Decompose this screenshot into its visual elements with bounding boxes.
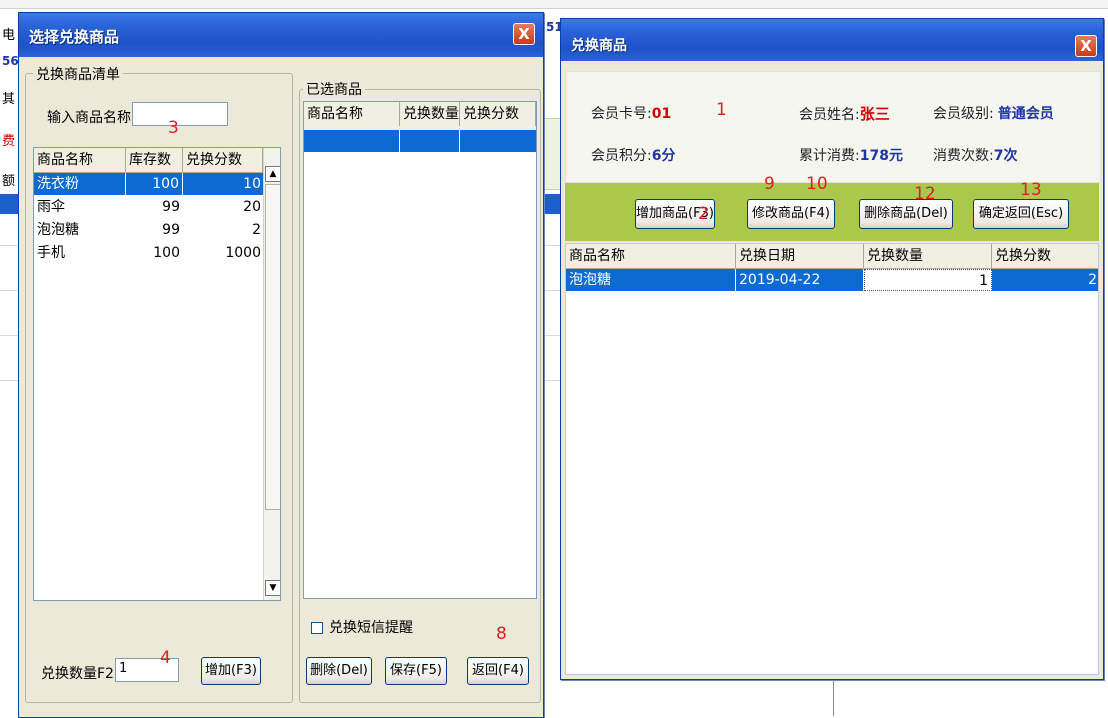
annotation-number: 13	[1020, 180, 1042, 200]
table-row[interactable]: 洗衣粉 100 10	[34, 173, 264, 195]
goods-name: 泡泡糖	[37, 222, 79, 238]
total-value: 178元	[859, 148, 903, 164]
annotation-number: 2	[698, 204, 709, 224]
column-header[interactable]: 兑换数量	[864, 244, 992, 268]
sms-checkbox[interactable]	[311, 622, 323, 634]
goods-points: 1000	[225, 245, 261, 261]
cell	[400, 130, 460, 152]
bg-fragment: 费	[2, 134, 16, 149]
vertical-scrollbar[interactable]: ▲ ▼	[263, 148, 280, 600]
count-label: 消费次数:7次	[933, 148, 1018, 164]
dialog-title: 选择兑换商品	[29, 28, 120, 46]
table-header: 商品名称 库存数量 兑换分数	[34, 148, 264, 192]
column-header[interactable]: 兑换日期	[736, 244, 864, 268]
annotation-number: 10	[806, 174, 828, 194]
close-button[interactable]: X	[513, 23, 535, 45]
close-button[interactable]: X	[1075, 35, 1097, 57]
selected-goods-group-title: 已选商品	[303, 79, 365, 99]
column-header[interactable]: 兑换数量	[400, 102, 460, 126]
delete-button[interactable]: 删除(Del)	[306, 657, 372, 685]
bg-fragment: 额	[2, 174, 16, 189]
bg-fragment: 56	[2, 54, 19, 68]
dialog-title: 兑换商品	[571, 38, 627, 54]
annotation-number: 3	[168, 118, 179, 138]
goods-stock: 99	[162, 222, 180, 238]
goods-list-group-title: 兑换商品清单	[33, 64, 123, 84]
goods-stock: 100	[126, 173, 183, 195]
scroll-up-icon[interactable]: ▲	[265, 166, 280, 182]
table-row[interactable]: 雨伞 99 20	[34, 196, 264, 218]
table-header: 商品名称 兑换日期 兑换数量 兑换分数	[566, 244, 1098, 269]
record-qty: 1	[864, 269, 992, 291]
table-row[interactable]: 泡泡糖 2019-04-22 1 2	[566, 269, 1098, 291]
record-date: 2019-04-22	[736, 269, 864, 291]
confirm-return-button[interactable]: 确定返回(Esc)	[973, 199, 1069, 229]
goods-points: 20	[243, 199, 261, 215]
goods-points: 2	[252, 222, 261, 238]
edit-goods-button[interactable]: 修改商品(F4)	[747, 199, 835, 229]
card-label: 会员卡号:01	[591, 106, 672, 122]
add-button[interactable]: 增加(F3)	[201, 657, 261, 685]
empty-selected-row[interactable]	[304, 130, 536, 152]
cell	[460, 130, 536, 152]
annotation-number: 4	[160, 648, 171, 668]
count-value: 7次	[993, 148, 1018, 164]
title-bar[interactable]: 选择兑换商品 X	[19, 13, 543, 57]
card-value: 01	[651, 106, 672, 122]
goods-points: 10	[243, 176, 261, 192]
name-label: 会员姓名:张三	[799, 105, 890, 123]
table-row[interactable]: 泡泡糖 99 2	[34, 219, 264, 241]
save-button[interactable]: 保存(F5)	[385, 657, 447, 685]
delete-goods-button[interactable]: 删除商品(Del)	[859, 199, 953, 229]
annotation-number: 12	[914, 184, 936, 204]
column-header[interactable]: 商品名称	[566, 244, 736, 268]
annotation-number: 1	[716, 100, 727, 120]
annotation-number: 8	[496, 624, 507, 644]
table-row[interactable]: 手机 100 1000	[34, 242, 264, 264]
column-header[interactable]: 库存数量	[126, 148, 183, 192]
record-points: 2	[1088, 272, 1097, 288]
bg-fragment: 其	[2, 92, 16, 107]
points-value: 6分	[651, 148, 676, 164]
column-header[interactable]: 商品名称	[34, 148, 126, 172]
annotation-number: 9	[764, 174, 775, 194]
column-header[interactable]: 兑换分数	[460, 102, 536, 126]
record-name: 泡泡糖	[566, 269, 736, 291]
points-label: 会员积分:6分	[591, 148, 676, 164]
scroll-down-icon[interactable]: ▼	[265, 580, 280, 596]
total-label: 累计消费:178元	[799, 148, 903, 164]
cell	[304, 130, 400, 152]
goods-stock: 99	[162, 199, 180, 215]
level-label: 会员级别: 普通会员	[933, 106, 1054, 122]
back-button[interactable]: 返回(F4)	[467, 657, 529, 685]
select-goods-dialog: 选择兑换商品 X 兑换商品清单 输入商品名称: 商品名称 库存数量 兑换分数 洗…	[18, 12, 544, 718]
member-info-panel	[565, 71, 1101, 183]
title-bar[interactable]: 兑换商品 X	[561, 19, 1103, 61]
goods-name: 雨伞	[37, 199, 65, 215]
sms-label[interactable]: 兑换短信提醒	[329, 617, 413, 637]
column-header[interactable]: 商品名称	[304, 102, 400, 126]
goods-name: 手机	[37, 245, 65, 261]
qty-label: 兑换数量F2:	[41, 666, 119, 682]
selected-goods-table[interactable]: 商品名称 兑换数量 兑换分数	[303, 101, 537, 599]
name-value: 张三	[859, 105, 890, 123]
search-label: 输入商品名称:	[47, 110, 136, 126]
column-header[interactable]: 兑换分数	[992, 244, 1098, 268]
goods-name: 洗衣粉	[34, 173, 126, 195]
table-header: 商品名称 兑换数量 兑换分数	[304, 102, 536, 131]
scroll-thumb[interactable]	[265, 184, 280, 510]
exchange-goods-dialog: 兑换商品 X 会员卡号:01 会员姓名:张三 会员级别: 普通会员 会员积分:6分…	[560, 18, 1104, 680]
level-value: 普通会员	[997, 106, 1054, 122]
goods-table[interactable]: 商品名称 库存数量 兑换分数 洗衣粉 100 10 雨伞 99 20 泡泡糖 9…	[33, 147, 281, 601]
search-input[interactable]	[132, 102, 228, 126]
exchange-records-table[interactable]: 商品名称 兑换日期 兑换数量 兑换分数 泡泡糖 2019-04-22 1 2	[565, 243, 1099, 675]
column-header[interactable]: 兑换分数	[183, 148, 263, 172]
bg-fragment: 电	[2, 28, 16, 43]
goods-stock: 100	[153, 245, 180, 261]
